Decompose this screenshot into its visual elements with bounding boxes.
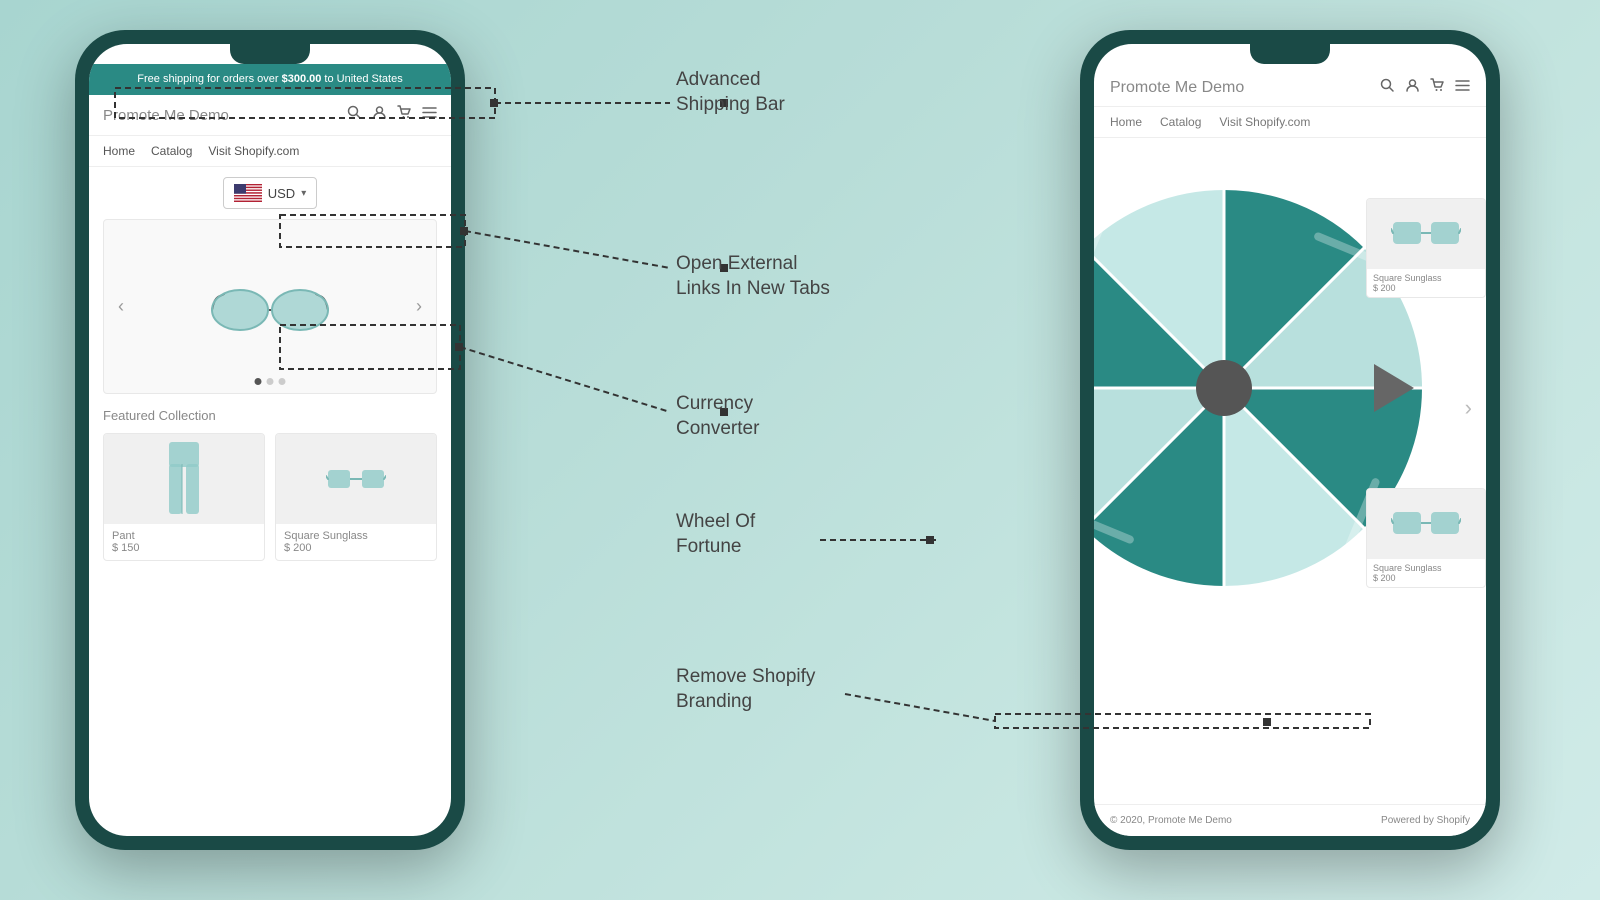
left-phone-screen: Free shipping for orders over $300.00 to… bbox=[89, 44, 451, 836]
account-icon[interactable] bbox=[372, 105, 387, 125]
dot-3 bbox=[279, 378, 286, 385]
product-price-sunglass: $ 200 bbox=[284, 542, 428, 554]
store-title-right: Promote Me Demo bbox=[1110, 79, 1380, 97]
product-name-sunglass: Square Sunglass bbox=[284, 530, 428, 542]
store-header-right: Promote Me Demo bbox=[1094, 64, 1486, 107]
nav-home[interactable]: Home bbox=[103, 144, 135, 158]
slider-dots bbox=[255, 378, 286, 385]
product-card-pant[interactable]: Pant $ 150 bbox=[103, 433, 265, 561]
footer-copyright: © 2020, Promote Me Demo bbox=[1110, 815, 1232, 826]
nav-catalog-right[interactable]: Catalog bbox=[1160, 115, 1201, 129]
us-flag-icon bbox=[234, 184, 262, 202]
product-grid: Pant $ 150 bbox=[103, 433, 437, 561]
store-header-left: Promote Me Demo bbox=[89, 95, 451, 136]
right-phone-notch bbox=[1250, 44, 1330, 64]
currency-row: USD ▾ bbox=[89, 167, 451, 219]
nav-home-right[interactable]: Home bbox=[1110, 115, 1142, 129]
right-product-info-top: Square Sunglass $ 200 bbox=[1367, 269, 1485, 297]
cart-icon-right[interactable] bbox=[1430, 78, 1445, 98]
product-image-sunglass bbox=[276, 434, 436, 524]
dot-1 bbox=[255, 378, 262, 385]
right-product-name-bottom: Square Sunglass bbox=[1373, 563, 1479, 573]
slider-prev-arrow[interactable]: ‹ bbox=[110, 288, 132, 325]
annotation-wheel-fortune: Wheel Of Fortune bbox=[676, 510, 755, 559]
right-sunglass-icon-top bbox=[1391, 214, 1461, 254]
header-icons-left bbox=[347, 105, 437, 125]
right-product-price-top: $ 200 bbox=[1373, 283, 1479, 293]
annotation-open-external: Open External Links In New Tabs bbox=[676, 252, 830, 301]
wheel-container: › Square Sunglass $ 200 bbox=[1094, 138, 1486, 678]
right-product-price-bottom: $ 200 bbox=[1373, 573, 1479, 583]
hero-slider[interactable]: ‹ › bbox=[103, 219, 437, 394]
currency-badge[interactable]: USD ▾ bbox=[223, 177, 317, 209]
sunglass-sm-icon bbox=[326, 462, 386, 497]
annotation-currency-converter: Currency Converter bbox=[676, 392, 759, 441]
nav-visit-shopify-right[interactable]: Visit Shopify.com bbox=[1219, 115, 1310, 129]
currency-code: USD bbox=[268, 186, 295, 201]
right-product-name-top: Square Sunglass bbox=[1373, 273, 1479, 283]
store-title-left: Promote Me Demo bbox=[103, 107, 347, 124]
product-price-pant: $ 150 bbox=[112, 542, 256, 554]
right-product-card-bottom[interactable]: Square Sunglass $ 200 bbox=[1366, 488, 1486, 588]
scroll-right-arrow[interactable]: › bbox=[1465, 395, 1472, 421]
right-product-card-top[interactable]: Square Sunglass $ 200 bbox=[1366, 198, 1486, 298]
right-product-image-top bbox=[1367, 199, 1485, 269]
product-info-sunglass: Square Sunglass $ 200 bbox=[276, 524, 436, 560]
annotation-remove-branding: Remove Shopify Branding bbox=[676, 665, 815, 714]
product-name-pant: Pant bbox=[112, 530, 256, 542]
store-nav-right: Home Catalog Visit Shopify.com bbox=[1094, 107, 1486, 138]
shipping-bar-text: Free shipping for orders over $300.00 to… bbox=[137, 73, 402, 85]
left-phone-notch bbox=[230, 44, 310, 64]
product-card-sunglass[interactable]: Square Sunglass $ 200 bbox=[275, 433, 437, 561]
product-image-pant bbox=[104, 434, 264, 524]
right-sunglass-icon-bottom bbox=[1391, 504, 1461, 544]
product-info-pant: Pant $ 150 bbox=[104, 524, 264, 560]
right-product-image-bottom bbox=[1367, 489, 1485, 559]
featured-section: Featured Collection Pant $ 150 bbox=[89, 394, 451, 561]
phone-footer: © 2020, Promote Me Demo Powered by Shopi… bbox=[1094, 804, 1486, 836]
menu-icon-right[interactable] bbox=[1455, 78, 1470, 98]
featured-title: Featured Collection bbox=[103, 408, 437, 423]
dot-2 bbox=[267, 378, 274, 385]
pant-icon bbox=[159, 442, 209, 517]
cart-icon[interactable] bbox=[397, 105, 412, 125]
slider-next-arrow[interactable]: › bbox=[408, 288, 430, 325]
header-icons-right bbox=[1380, 78, 1470, 98]
footer-powered: Powered by Shopify bbox=[1381, 815, 1470, 826]
right-phone-screen: Promote Me Demo Home Catalog Visit S bbox=[1094, 44, 1486, 836]
nav-catalog[interactable]: Catalog bbox=[151, 144, 192, 158]
account-icon-right[interactable] bbox=[1405, 78, 1420, 98]
left-phone-frame: Free shipping for orders over $300.00 to… bbox=[75, 30, 465, 850]
right-phone-frame: Promote Me Demo Home Catalog Visit S bbox=[1080, 30, 1500, 850]
nav-visit-shopify[interactable]: Visit Shopify.com bbox=[208, 144, 299, 158]
right-product-info-bottom: Square Sunglass $ 200 bbox=[1367, 559, 1485, 587]
hero-sunglasses-icon bbox=[200, 272, 340, 342]
search-icon[interactable] bbox=[347, 105, 362, 125]
shipping-bar: Free shipping for orders over $300.00 to… bbox=[89, 64, 451, 95]
search-icon-right[interactable] bbox=[1380, 78, 1395, 98]
store-nav-left: Home Catalog Visit Shopify.com bbox=[89, 136, 451, 167]
currency-chevron: ▾ bbox=[301, 188, 306, 199]
menu-icon[interactable] bbox=[422, 105, 437, 125]
annotation-advanced-shipping: Advanced Shipping Bar bbox=[676, 68, 785, 117]
